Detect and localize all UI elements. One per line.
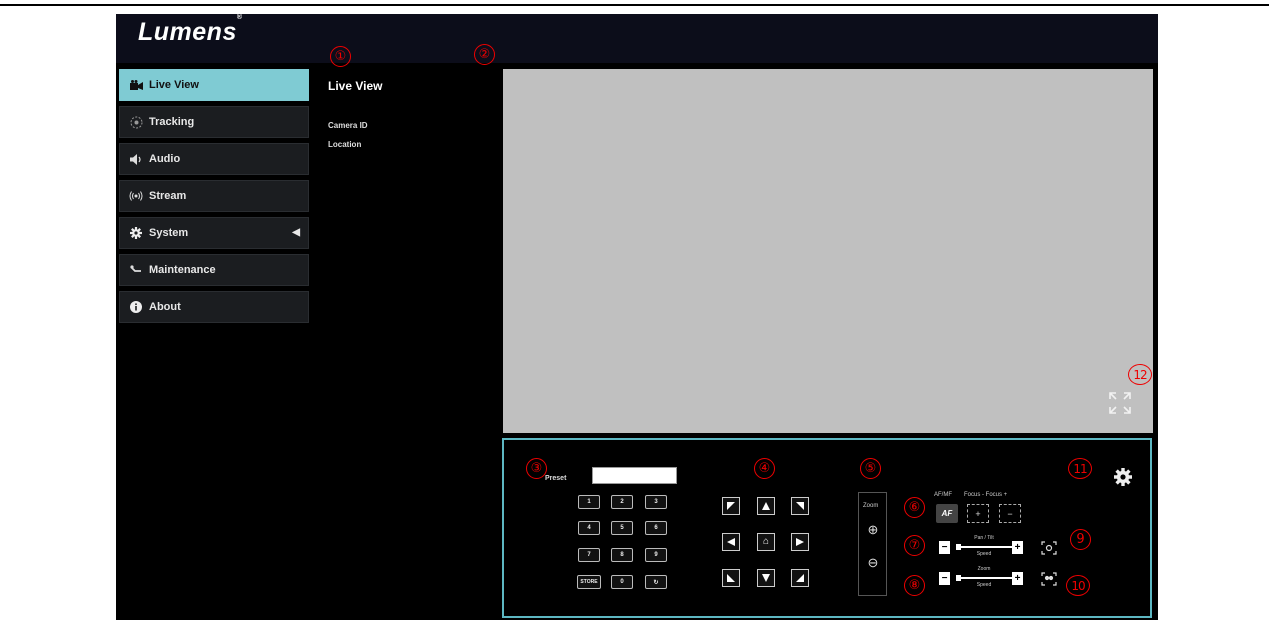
wrench-icon bbox=[127, 265, 145, 275]
gear-icon bbox=[127, 227, 145, 239]
tilt-down-button[interactable] bbox=[757, 569, 775, 587]
callout-5: ⑤ bbox=[860, 458, 881, 479]
callout-2: ② bbox=[474, 44, 495, 65]
zoom-label: Zoom bbox=[863, 503, 879, 509]
arrow-down-left-icon bbox=[727, 574, 735, 582]
tracking-icon bbox=[127, 116, 145, 129]
sidebar-item-label: System bbox=[149, 227, 189, 239]
zoom-speed-label: Speed bbox=[976, 582, 992, 588]
sidebar-item-label: About bbox=[149, 301, 181, 313]
pan-tilt-speed-minus-button[interactable]: − bbox=[939, 541, 950, 554]
sidebar-item-audio[interactable]: Audio bbox=[119, 143, 309, 175]
callout-1: ① bbox=[330, 46, 351, 67]
callout-8: ⑧ bbox=[904, 575, 925, 596]
auto-tracking-icon[interactable] bbox=[1041, 541, 1057, 555]
keypad-6-button[interactable]: 6 bbox=[645, 521, 667, 535]
arrow-down-right-icon bbox=[796, 574, 804, 582]
callout-4: ④ bbox=[754, 458, 775, 479]
zoom-speed-slider[interactable] bbox=[956, 575, 1012, 581]
keypad-2-button[interactable]: 2 bbox=[611, 495, 633, 509]
sidebar-item-tracking[interactable]: Tracking bbox=[119, 106, 309, 138]
focus-far-button[interactable]: − bbox=[999, 504, 1021, 523]
zoom-in-icon[interactable]: ⊕ bbox=[865, 522, 881, 538]
focus-label: Focus - Focus + bbox=[964, 492, 1008, 498]
arrow-up-right-icon bbox=[796, 502, 804, 510]
fullscreen-icon[interactable] bbox=[1107, 390, 1133, 416]
arrow-left-icon bbox=[727, 538, 735, 546]
pan-up-right-button[interactable] bbox=[791, 497, 809, 515]
callout-7: ⑦ bbox=[904, 535, 925, 556]
camera-icon bbox=[127, 80, 145, 90]
home-icon: ⌂ bbox=[762, 536, 770, 547]
callout-12: 12 bbox=[1128, 364, 1152, 385]
sidebar-item-label: Maintenance bbox=[149, 264, 216, 276]
caret-left-icon: ◀ bbox=[292, 227, 300, 238]
camera-id-label: Camera ID bbox=[328, 121, 368, 130]
pan-tilt-speed-slider[interactable] bbox=[956, 544, 1012, 550]
tilt-up-button[interactable] bbox=[757, 497, 775, 515]
sidebar-item-label: Live View bbox=[149, 79, 199, 91]
pan-tilt-label: Pan / Tilt bbox=[974, 535, 994, 541]
arrow-right-icon bbox=[796, 538, 804, 546]
keypad-0-button[interactable]: 0 bbox=[611, 575, 633, 589]
zoom-speed-plus-button[interactable]: + bbox=[1012, 572, 1023, 585]
lumens-logo: Lumens® bbox=[138, 14, 243, 46]
video-preview bbox=[503, 69, 1153, 433]
top-border-line bbox=[0, 4, 1269, 6]
keypad-7-button[interactable]: 7 bbox=[578, 548, 600, 562]
sidebar: Live View Tracking Audio Stream System ◀… bbox=[119, 69, 309, 328]
location-label: Location bbox=[328, 140, 362, 149]
pan-up-left-button[interactable] bbox=[722, 497, 740, 515]
zoom-speed-top-label: Zoom bbox=[977, 566, 991, 572]
pan-tilt-speed-label: Speed bbox=[976, 551, 992, 557]
keypad-4-button[interactable]: 4 bbox=[578, 521, 600, 535]
slider-knob[interactable] bbox=[956, 544, 961, 550]
broadcast-icon bbox=[127, 191, 145, 201]
keypad-5-button[interactable]: 5 bbox=[611, 521, 633, 535]
sidebar-item-label: Stream bbox=[149, 190, 187, 202]
store-button[interactable]: STORE bbox=[577, 575, 601, 589]
pan-right-button[interactable] bbox=[791, 533, 809, 551]
sidebar-item-label: Tracking bbox=[149, 116, 195, 128]
home-button[interactable]: ⌂ bbox=[757, 533, 775, 551]
keypad-9-button[interactable]: 9 bbox=[645, 548, 667, 562]
top-bar: Lumens® bbox=[116, 14, 1158, 63]
afmf-label: AF/MF bbox=[934, 492, 952, 498]
info-icon bbox=[127, 301, 145, 313]
sidebar-item-label: Audio bbox=[149, 153, 181, 165]
pan-down-right-button[interactable] bbox=[791, 569, 809, 587]
keypad-3-button[interactable]: 3 bbox=[645, 495, 667, 509]
callout-9: 9 bbox=[1070, 529, 1091, 550]
sidebar-item-system[interactable]: System ◀ bbox=[119, 217, 309, 249]
preset-input[interactable] bbox=[592, 467, 677, 484]
keypad-1-button[interactable]: 1 bbox=[578, 495, 600, 509]
callout-3: ③ bbox=[526, 458, 547, 479]
sidebar-item-stream[interactable]: Stream bbox=[119, 180, 309, 212]
focus-near-button[interactable]: + bbox=[967, 504, 989, 523]
sidebar-item-about[interactable]: About bbox=[119, 291, 309, 323]
settings-gear-icon[interactable] bbox=[1113, 467, 1133, 487]
callout-11: 11 bbox=[1068, 458, 1092, 479]
arrow-down-icon bbox=[762, 574, 770, 582]
arrow-up-left-icon bbox=[727, 502, 735, 510]
callout-6: ⑥ bbox=[904, 497, 925, 518]
pan-down-left-button[interactable] bbox=[722, 569, 740, 587]
callout-10: 10 bbox=[1066, 575, 1090, 596]
preset-label: Preset bbox=[545, 475, 567, 482]
zoom-speed-minus-button[interactable]: − bbox=[939, 572, 950, 585]
slider-knob[interactable] bbox=[956, 575, 961, 581]
af-button[interactable]: AF bbox=[936, 504, 958, 523]
speaker-icon bbox=[127, 153, 145, 165]
pan-tilt-speed-plus-button[interactable]: + bbox=[1012, 541, 1023, 554]
arrow-up-icon bbox=[762, 502, 770, 510]
group-framing-icon[interactable] bbox=[1041, 572, 1057, 586]
keypad-8-button[interactable]: 8 bbox=[611, 548, 633, 562]
zoom-out-icon[interactable]: ⊖ bbox=[865, 555, 881, 571]
sidebar-item-live-view[interactable]: Live View bbox=[119, 69, 309, 101]
page-title: Live View bbox=[328, 79, 383, 93]
reset-button[interactable]: ↻ bbox=[645, 575, 667, 589]
sidebar-item-maintenance[interactable]: Maintenance bbox=[119, 254, 309, 286]
pan-left-button[interactable] bbox=[722, 533, 740, 551]
